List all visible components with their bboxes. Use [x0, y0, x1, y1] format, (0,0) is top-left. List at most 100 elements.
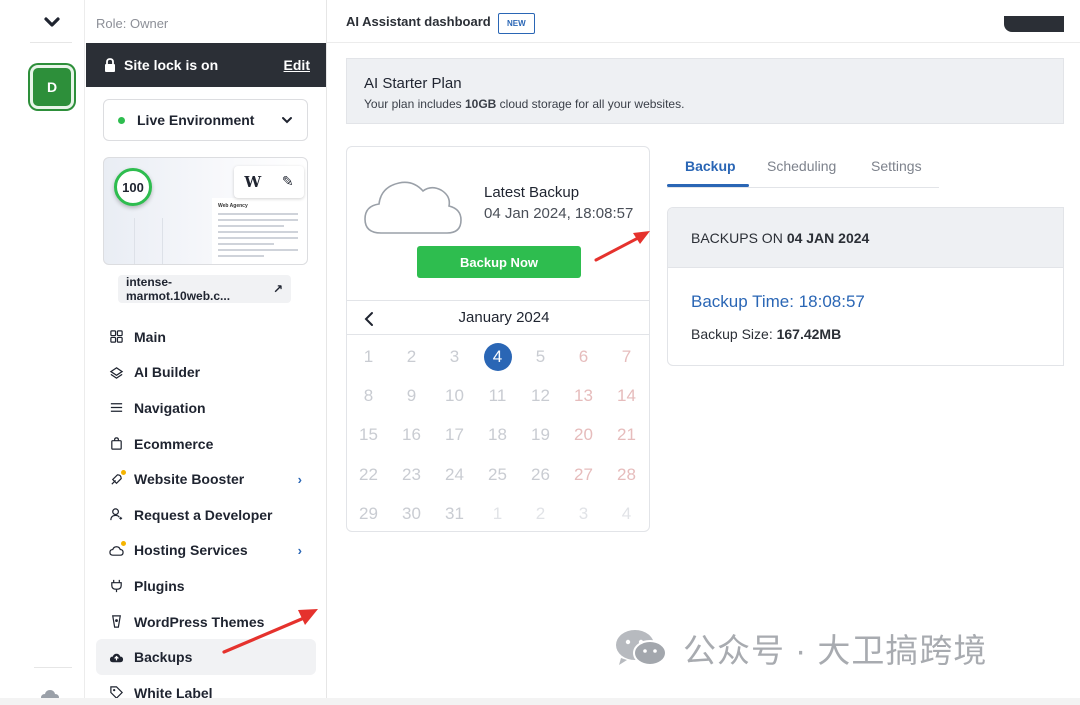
page-title[interactable]: AI Assistant dashboard — [346, 14, 491, 29]
sidebar-item-plugins[interactable]: Plugins — [96, 568, 316, 604]
chevron-down-icon[interactable] — [42, 12, 62, 32]
calendar-grid: 1 2 3 4 5 6 7 8 9 10 11 12 13 14 15 16 17 18 19 20 21 22 23 24 2… — [347, 337, 649, 534]
calendar-day-selected[interactable]: 4 — [476, 337, 519, 376]
calendar-day[interactable]: 1 — [476, 495, 519, 534]
calendar-day[interactable]: 4 — [605, 495, 648, 534]
sidebar-item-main[interactable]: Main — [96, 319, 316, 355]
sidebar-item-label: Navigation — [134, 399, 206, 416]
environment-select[interactable]: Live Environment — [103, 99, 308, 141]
site-lock-edit-link[interactable]: Edit — [284, 57, 310, 73]
tab-backup[interactable]: Backup — [685, 158, 736, 174]
site-domain-link[interactable]: intense-marmot.10web.c... ↗ — [118, 275, 291, 303]
calendar-day[interactable]: 9 — [390, 376, 433, 415]
status-dot-icon — [118, 116, 125, 124]
calendar-day[interactable]: 18 — [476, 416, 519, 455]
sidebar-item-label: Hosting Services — [134, 542, 248, 559]
app-rail: D — [0, 0, 85, 705]
sidebar-item-label: Main — [134, 328, 166, 345]
calendar-day[interactable]: 27 — [562, 455, 605, 494]
calendar-day[interactable]: 14 — [605, 376, 648, 415]
calendar-month: January 2024 — [458, 309, 550, 326]
developer-icon — [108, 507, 124, 523]
plan-description: Your plan includes 10GB cloud storage fo… — [364, 97, 685, 111]
calendar-week-row: 8 9 10 11 12 13 14 — [347, 376, 649, 415]
sidebar-item-navigation[interactable]: Navigation — [96, 390, 316, 426]
tab-scheduling[interactable]: Scheduling — [767, 158, 836, 174]
plan-title: AI Starter Plan — [364, 75, 462, 92]
preview-decoration — [162, 218, 163, 264]
notification-dot — [121, 470, 126, 476]
calendar-day[interactable]: 28 — [605, 455, 648, 494]
backup-details-heading: BACKUPS ON 04 JAN 2024 — [668, 208, 1063, 268]
cloud-upload-icon — [108, 649, 124, 665]
calendar-day[interactable]: 1 — [347, 337, 390, 376]
annotation-arrow — [594, 231, 650, 262]
calendar-day[interactable]: 24 — [433, 455, 476, 494]
calendar-day[interactable]: 2 — [519, 495, 562, 534]
plan-banner: AI Starter Plan Your plan includes 10GB … — [346, 58, 1064, 124]
tab-settings[interactable]: Settings — [871, 158, 922, 174]
calendar-day[interactable]: 15 — [347, 416, 390, 455]
top-bar: AI Assistant dashboard NEW — [327, 0, 1080, 43]
role-label: Role: Owner — [96, 16, 169, 31]
calendar-header: January 2024 — [347, 305, 649, 335]
sidebar-item-hosting-services[interactable]: Hosting Services › — [96, 533, 316, 569]
workspace-avatar[interactable]: D — [30, 65, 74, 109]
calendar-day[interactable]: 26 — [519, 455, 562, 494]
preview-site-heading: Web Agency — [218, 203, 248, 209]
sidebar-item-request-developer[interactable]: Request a Developer — [96, 497, 316, 533]
chevron-right-icon: › — [297, 542, 302, 558]
menu-icon — [108, 400, 124, 416]
calendar-day[interactable]: 22 — [347, 455, 390, 494]
calendar-day[interactable]: 8 — [347, 376, 390, 415]
calendar-day[interactable]: 20 — [562, 416, 605, 455]
rocket-icon — [108, 470, 126, 487]
watermark-text: 公众号 · 大卫搞跨境 — [683, 632, 988, 669]
calendar-day[interactable]: 2 — [390, 337, 433, 376]
calendar-day[interactable]: 6 — [562, 337, 605, 376]
notification-dot — [121, 541, 126, 547]
sidebar: Role: Owner Site lock is on Edit Live En… — [86, 0, 327, 705]
calendar-day[interactable]: 7 — [605, 337, 648, 376]
calendar-day[interactable]: 3 — [562, 495, 605, 534]
calendar-day[interactable]: 29 — [347, 495, 390, 534]
preview-decoration — [134, 218, 135, 264]
cloud-outline-icon — [108, 541, 126, 558]
calendar-week-row: 29 30 31 1 2 3 4 — [347, 495, 649, 534]
calendar-day[interactable]: 31 — [433, 495, 476, 534]
sidebar-item-label: AI Builder — [134, 364, 201, 381]
calendar-week-row: 15 16 17 18 19 20 21 — [347, 416, 649, 455]
calendar-day[interactable]: 5 — [519, 337, 562, 376]
divider — [347, 300, 649, 301]
calendar-day[interactable]: 3 — [433, 337, 476, 376]
calendar-day[interactable]: 21 — [605, 416, 648, 455]
calendar-day[interactable]: 19 — [519, 416, 562, 455]
sidebar-item-website-booster[interactable]: Website Booster › — [96, 461, 316, 497]
active-tab-indicator — [667, 184, 749, 187]
calendar-day[interactable]: 17 — [433, 416, 476, 455]
calendar-day[interactable]: 16 — [390, 416, 433, 455]
preview-toolbar: W ✎ — [234, 166, 304, 198]
calendar-day[interactable]: 23 — [390, 455, 433, 494]
calendar-day[interactable]: 25 — [476, 455, 519, 494]
calendar-day[interactable]: 10 — [433, 376, 476, 415]
header-action-button[interactable] — [1004, 16, 1064, 32]
sidebar-item-ecommerce[interactable]: Ecommerce — [96, 426, 316, 462]
wordpress-icon[interactable]: W — [244, 173, 261, 191]
sidebar-item-ai-builder[interactable]: AI Builder — [96, 355, 316, 391]
wechat-icon — [616, 630, 667, 666]
calendar-day[interactable]: 13 — [562, 376, 605, 415]
backup-time-link[interactable]: Backup Time: 18:08:57 — [691, 292, 865, 312]
backup-now-button[interactable]: Backup Now — [417, 246, 581, 278]
calendar-week-row: 1234567 — [347, 337, 649, 376]
environment-label: Live Environment — [137, 112, 255, 128]
site-preview[interactable]: Web Agency W ✎ 100 — [103, 157, 308, 265]
calendar-day[interactable]: 12 — [519, 376, 562, 415]
latest-backup-date: 04 Jan 2024, 18:08:57 — [484, 205, 634, 222]
calendar-day[interactable]: 30 — [390, 495, 433, 534]
watermark: 公众号 · 大卫搞跨境 — [613, 624, 987, 672]
edit-pencil-icon[interactable]: ✎ — [282, 174, 294, 190]
calendar-day[interactable]: 11 — [476, 376, 519, 415]
lock-icon — [105, 58, 115, 72]
site-domain-label: intense-marmot.10web.c... — [126, 275, 231, 303]
